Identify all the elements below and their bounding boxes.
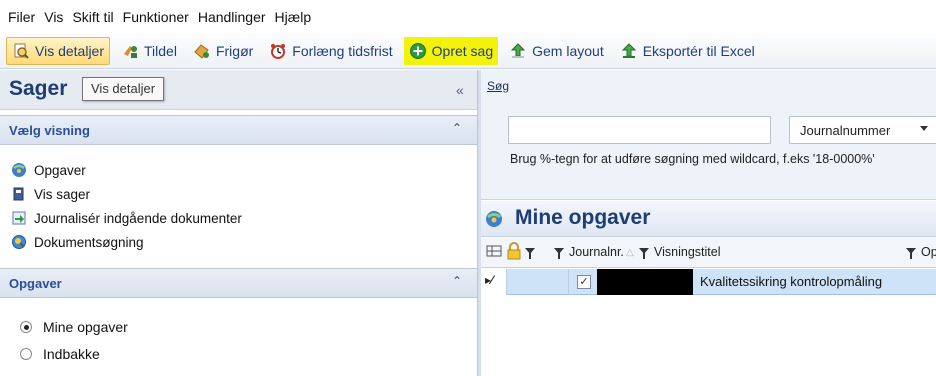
add-circle-icon [409, 42, 427, 60]
menu-filer[interactable]: Filer [8, 9, 35, 25]
section-vaelg-visning[interactable]: Vælg visning ⌃ [0, 115, 477, 145]
left-pane: Sager « Vælg visning ⌃ Opgaver Vis sager… [0, 70, 477, 376]
export-excel-icon [620, 42, 638, 60]
menu-hjaelp[interactable]: Hjælp [275, 9, 312, 25]
column-header-next[interactable]: Op [921, 245, 936, 259]
search-input[interactable] [508, 116, 771, 144]
table-row[interactable]: ▸⁄ ✓ Kvalitetssikring kontrolopmåling [481, 269, 936, 295]
search-field-select[interactable]: Journalnummer [789, 116, 936, 144]
menu-vis[interactable]: Vis [44, 9, 63, 25]
opret-sag-button[interactable]: Opret sag [403, 36, 499, 65]
tildel-button[interactable]: Tildel [116, 37, 182, 65]
column-header-visningstitel[interactable]: Visningstitel [654, 245, 720, 259]
gem-layout-button[interactable]: Gem layout [504, 37, 609, 65]
search-label[interactable]: Søg [487, 79, 509, 93]
mine-opgaver-header: Mine opgaver [481, 201, 936, 237]
frigoer-button[interactable]: Frigør [188, 37, 258, 65]
cases-icon [11, 186, 27, 202]
radio-mine-opgaver[interactable]: Mine opgaver [20, 319, 128, 335]
alarm-clock-icon [269, 42, 287, 60]
menu-handlinger[interactable]: Handlinger [198, 9, 266, 25]
search-hint: Brug %-tegn for at udføre søgning med wi… [510, 152, 875, 166]
journalize-icon [11, 210, 27, 226]
eksporter-excel-button[interactable]: Eksportér til Excel [615, 37, 760, 65]
forlaeng-tidsfrist-button[interactable]: Forlæng tidsfrist [264, 37, 397, 65]
filter-icon[interactable] [639, 248, 649, 259]
radio-button[interactable] [20, 348, 32, 360]
release-icon [193, 42, 211, 60]
filter-icon[interactable] [554, 248, 564, 259]
right-pane: Søg Journalnummer Brug %-tegn for at udf… [481, 70, 936, 376]
nav-item-journaliser[interactable]: Journalisér indgående dokumenter [11, 207, 242, 229]
pane-title: Sager [9, 77, 68, 100]
row-title: Kvalitetssikring kontrolopmåling [700, 274, 883, 289]
tasks-icon [485, 210, 503, 228]
filter-icon[interactable] [906, 248, 916, 259]
magnifier-document-icon [12, 42, 30, 60]
menu-skift-til[interactable]: Skift til [72, 9, 113, 25]
section-opgaver[interactable]: Opgaver ⌃ [0, 268, 477, 298]
radio-indbakke[interactable]: Indbakke [20, 346, 100, 362]
section-title: Mine opgaver [515, 206, 651, 229]
column-header-journalnr[interactable]: Journalnr. [569, 245, 624, 259]
column-chooser-icon[interactable] [486, 243, 502, 262]
nav-item-vis-sager[interactable]: Vis sager [11, 183, 90, 205]
tooltip: Vis detaljer [82, 77, 165, 101]
edit-row-icon: ▸⁄ [485, 273, 494, 287]
chevron-up-icon[interactable]: ⌃ [452, 121, 462, 135]
collapse-pane-icon[interactable]: « [456, 82, 464, 98]
vis-detaljer-button[interactable]: Vis detaljer [6, 36, 111, 65]
chevron-down-icon[interactable] [920, 126, 928, 131]
grid-cell [507, 269, 569, 295]
save-layout-icon [509, 42, 527, 60]
redacted-journal-cell [597, 269, 693, 295]
assign-icon [121, 42, 139, 60]
search-panel: Søg Journalnummer Brug %-tegn for at udf… [481, 70, 936, 200]
row-checkbox[interactable]: ✓ [577, 275, 591, 289]
chevron-up-icon[interactable]: ⌃ [452, 274, 462, 288]
menu-funktioner[interactable]: Funktioner [123, 9, 189, 25]
filter-icon[interactable] [525, 248, 535, 259]
menu-bar: Filer Vis Skift til Funktioner Handlinge… [0, 0, 936, 33]
lock-icon [506, 242, 522, 263]
sort-icon: △ [626, 247, 634, 258]
document-search-icon [11, 234, 27, 250]
nav-item-opgaver[interactable]: Opgaver [11, 159, 86, 181]
tasks-icon [11, 162, 27, 178]
toolbar: Vis detaljer Tildel Frigør Forlæng tidsf… [0, 33, 936, 69]
radio-button-selected[interactable] [20, 321, 32, 333]
left-pane-header: Sager « [0, 70, 477, 110]
nav-item-dokumentsoegning[interactable]: Dokumentsøgning [11, 231, 144, 253]
grid-header: Journalnr. △ Visningstitel Op [481, 238, 936, 268]
